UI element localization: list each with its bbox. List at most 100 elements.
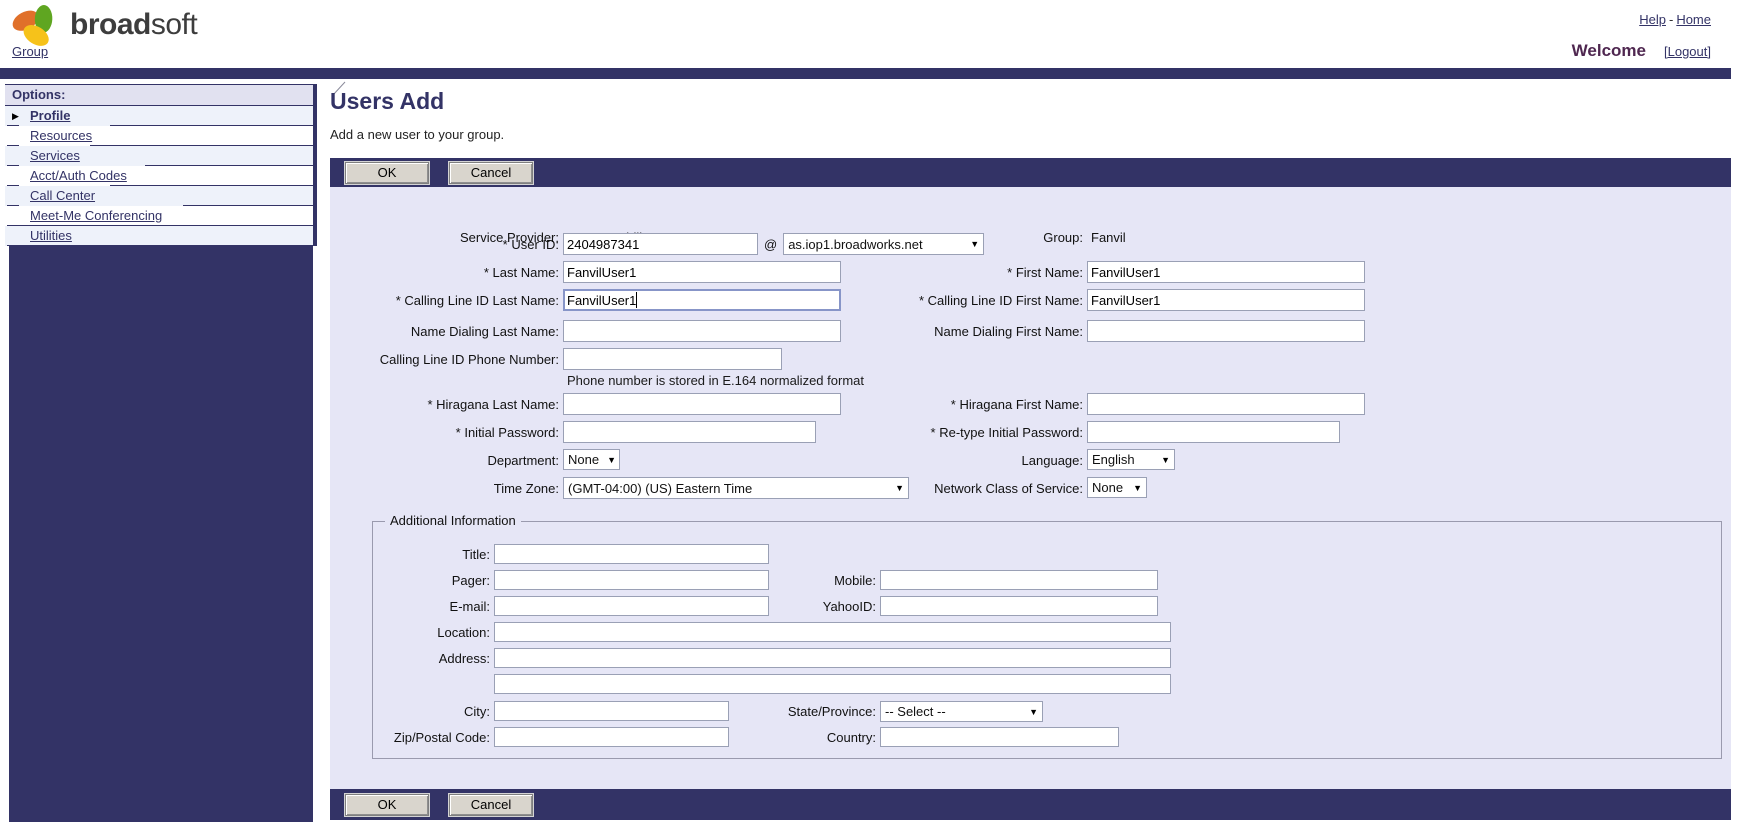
dropdown-arrow-icon: ▼ xyxy=(970,239,979,249)
hiragana-last-label: * Hiragana Last Name: xyxy=(427,397,559,412)
name-row: * Last Name: * First Name: xyxy=(330,261,1731,285)
email-input[interactable] xyxy=(494,596,769,616)
logo-text: broadsoft xyxy=(70,8,197,42)
last-name-input[interactable] xyxy=(563,261,841,283)
first-name-input[interactable] xyxy=(1087,261,1365,283)
clid-first-name-input[interactable] xyxy=(1087,289,1365,311)
pager-input[interactable] xyxy=(494,570,769,590)
broadworks-page: broadsoft Help-Home Group Welcome [Logou… xyxy=(0,0,1744,822)
dropdown-arrow-icon: ▼ xyxy=(1133,483,1142,493)
department-select[interactable]: None▼ xyxy=(563,449,620,470)
initial-password-input[interactable] xyxy=(563,421,816,443)
state-label: State/Province: xyxy=(788,704,876,719)
pager-label: Pager: xyxy=(452,573,490,588)
cancel-button[interactable]: Cancel xyxy=(449,162,533,184)
timezone-select[interactable]: (GMT-04:00) (US) Eastern Time▼ xyxy=(563,477,909,499)
help-link[interactable]: Help xyxy=(1639,12,1666,27)
title-input[interactable] xyxy=(494,544,769,564)
page-title: Users Add xyxy=(330,88,444,115)
zip-input[interactable] xyxy=(494,727,729,747)
address-label: Address: xyxy=(439,651,490,666)
at-symbol: @ xyxy=(764,237,777,252)
state-select[interactable]: -- Select --▼ xyxy=(880,701,1043,722)
page-subtitle: Add a new user to your group. xyxy=(330,127,504,142)
title-row: Title: xyxy=(373,544,1721,566)
help-home-links: Help-Home xyxy=(1639,12,1711,27)
hiragana-first-label: * Hiragana First Name: xyxy=(951,397,1083,412)
sidebar-item-call-center[interactable]: Call Center xyxy=(5,186,313,206)
home-link[interactable]: Home xyxy=(1676,12,1711,27)
city-label: City: xyxy=(464,704,490,719)
cancel-button[interactable]: Cancel xyxy=(449,794,533,816)
name-dialing-last-label: Name Dialing Last Name: xyxy=(411,324,559,339)
clid-first-name-label: * Calling Line ID First Name: xyxy=(919,293,1083,308)
domain-select[interactable]: as.iop1.broadworks.net▼ xyxy=(783,233,984,255)
user-id-input[interactable] xyxy=(563,233,758,255)
email-yahoo-row: E-mail: YahooID: xyxy=(373,596,1721,618)
clid-last-name-input[interactable] xyxy=(563,289,841,311)
active-item-arrow-icon: ▶ xyxy=(12,106,19,126)
clid-phone-label: Calling Line ID Phone Number: xyxy=(380,352,559,367)
logout-link[interactable]: [Logout] xyxy=(1664,44,1711,59)
sidebar-item-profile[interactable]: ▶ Profile xyxy=(5,106,313,126)
retype-password-label: * Re-type Initial Password: xyxy=(931,425,1083,440)
broadsoft-logo: broadsoft xyxy=(8,2,197,48)
phone-format-note: Phone number is stored in E.164 normaliz… xyxy=(563,373,864,388)
name-dialing-row: Name Dialing Last Name: Name Dialing Fir… xyxy=(330,320,1731,344)
title-label: Title: xyxy=(462,547,490,562)
city-input[interactable] xyxy=(494,701,729,721)
language-select[interactable]: English▼ xyxy=(1087,449,1175,470)
sidebar-item-label[interactable]: Utilities xyxy=(30,228,72,243)
retype-password-input[interactable] xyxy=(1087,421,1340,443)
city-state-row: City: State/Province: -- Select --▼ xyxy=(373,701,1721,723)
pager-mobile-row: Pager: Mobile: xyxy=(373,570,1721,592)
email-label: E-mail: xyxy=(450,599,490,614)
sidebar-item-label[interactable]: Meet-Me Conferencing xyxy=(30,208,162,223)
user-add-form: Service Provider: Interoperability Group… xyxy=(330,187,1731,789)
dropdown-arrow-icon: ▼ xyxy=(1029,707,1038,717)
address-line2-input[interactable] xyxy=(494,674,1171,694)
name-dialing-first-input[interactable] xyxy=(1087,320,1365,342)
sidebar-item-utilities[interactable]: Utilities xyxy=(5,226,313,246)
country-input[interactable] xyxy=(880,727,1119,747)
password-row: * Initial Password: * Re-type Initial Pa… xyxy=(330,421,1731,445)
phone-note-row: Phone number is stored in E.164 normaliz… xyxy=(330,369,1731,393)
timezone-ncos-row: Time Zone: (GMT-04:00) (US) Eastern Time… xyxy=(330,477,1731,501)
department-label: Department: xyxy=(487,453,559,468)
user-id-row: * User ID: @ as.iop1.broadworks.net▼ xyxy=(330,233,1731,257)
ncos-label: Network Class of Service: xyxy=(934,481,1083,496)
yahoo-input[interactable] xyxy=(880,596,1158,616)
location-input[interactable] xyxy=(494,622,1171,642)
sidebar-item-resources[interactable]: Resources xyxy=(5,126,313,146)
address-line1-input[interactable] xyxy=(494,648,1171,668)
country-label: Country: xyxy=(827,730,876,745)
broadsoft-logo-icon xyxy=(8,2,64,48)
ncos-select[interactable]: None▼ xyxy=(1087,477,1147,498)
clid-phone-input[interactable] xyxy=(563,348,782,370)
text-caret xyxy=(636,292,637,308)
sidebar-item-label[interactable]: Resources xyxy=(30,128,92,143)
hiragana-first-input[interactable] xyxy=(1087,393,1365,415)
sidebar-item-label[interactable]: Services xyxy=(30,148,80,163)
ok-button[interactable]: OK xyxy=(345,794,429,816)
mobile-input[interactable] xyxy=(880,570,1158,590)
sidebar-item-label[interactable]: Call Center xyxy=(30,188,95,203)
group-link[interactable]: Group xyxy=(12,44,48,59)
hiragana-last-input[interactable] xyxy=(563,393,841,415)
logo-text-light: soft xyxy=(151,8,197,41)
welcome-text: Welcome xyxy=(1572,41,1646,61)
dropdown-arrow-icon: ▼ xyxy=(1161,455,1170,465)
user-id-label: * User ID: xyxy=(503,237,559,252)
sidebar-item-acct-auth-codes[interactable]: Acct/Auth Codes xyxy=(5,166,313,186)
sidebar-item-meet-me-conferencing[interactable]: Meet-Me Conferencing xyxy=(5,206,313,226)
location-row: Location: xyxy=(373,622,1721,644)
sidebar-item-label[interactable]: Acct/Auth Codes xyxy=(30,168,127,183)
zip-label: Zip/Postal Code: xyxy=(394,730,490,745)
sidebar-item-label[interactable]: Profile xyxy=(30,108,70,123)
ok-button[interactable]: OK xyxy=(345,162,429,184)
yahoo-label: YahooID: xyxy=(823,599,876,614)
name-dialing-last-input[interactable] xyxy=(563,320,841,342)
sidebar-item-services[interactable]: Services xyxy=(5,146,313,166)
name-dialing-first-label: Name Dialing First Name: xyxy=(934,324,1083,339)
zip-country-row: Zip/Postal Code: Country: xyxy=(373,727,1721,749)
